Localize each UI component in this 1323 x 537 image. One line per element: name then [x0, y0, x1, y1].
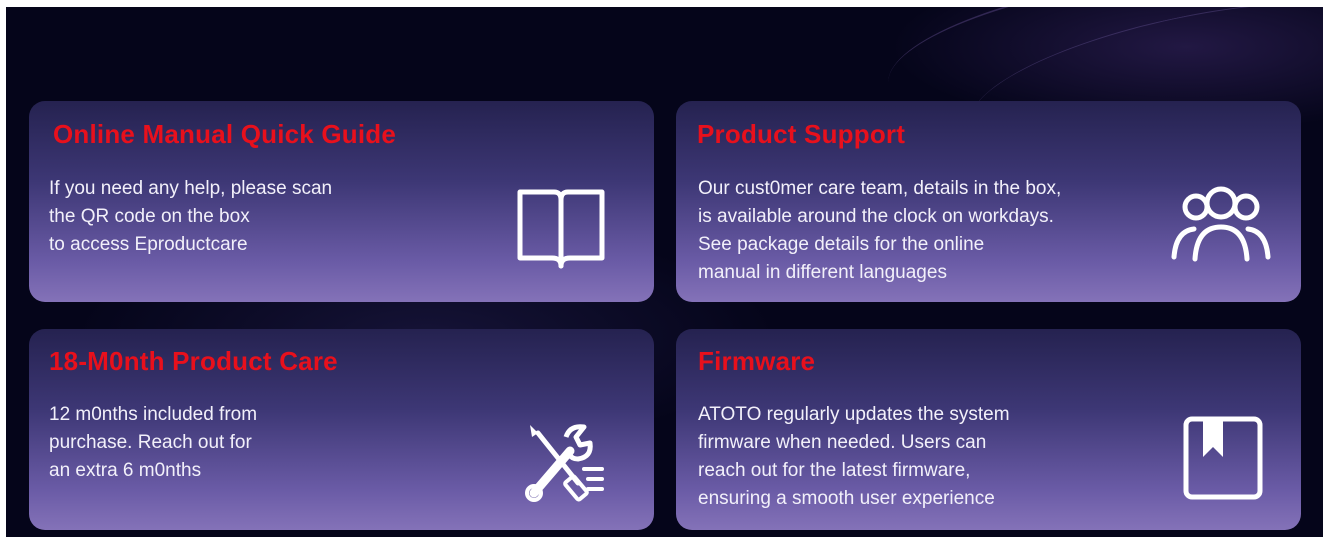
card-text-line: 12 m0nths included from: [49, 404, 258, 425]
card-title: 18-M0nth Product Care: [49, 346, 338, 376]
card-title: Product Support: [697, 119, 906, 149]
card-text-line: firmware when needed. Users can: [698, 432, 987, 453]
card-text-line: an extra 6 m0nths: [49, 460, 202, 481]
card-text-line: manual in different languages: [698, 262, 947, 283]
card-product-care: 18-M0nth Product Care 12 m0nths included…: [29, 329, 654, 530]
card-text-line: reach out for the latest firmware,: [698, 460, 971, 481]
card-description: Our cust0mer care team, details in the b…: [698, 175, 1061, 287]
card-description: 12 m0nths included from purchase. Reach …: [49, 401, 257, 485]
card-text-line: Our cust0mer care team, details in the b…: [698, 178, 1062, 199]
card-title: Firmware: [698, 346, 816, 376]
card-text-line: purchase. Reach out for: [49, 432, 252, 453]
card-text-line: the QR code on the box: [49, 206, 250, 227]
card-text-line: See package details for the online: [698, 234, 985, 255]
support-section: Online Manual Quick Guide If you need an…: [6, 7, 1323, 537]
card-title: Online Manual Quick Guide: [53, 119, 397, 149]
card-text-line: ATOTO regularly updates the system: [698, 404, 1010, 425]
card-text-line: If you need any help, please scan: [49, 178, 333, 199]
tools-icon: [522, 421, 608, 503]
card-firmware: Firmware ATOTO regularly updates the sys…: [676, 329, 1301, 530]
card-text-line: to access Eproductcare: [49, 234, 248, 255]
book-icon: [514, 186, 608, 272]
card-description: If you need any help, please scan the QR…: [49, 175, 332, 259]
bookmark-icon: [1182, 415, 1264, 501]
card-text-line: ensuring a smooth user experience: [698, 488, 995, 509]
users-icon: [1168, 183, 1274, 263]
card-product-support: Product Support Our cust0mer care team, …: [676, 101, 1301, 302]
card-text-line: is available around the clock on workday…: [698, 206, 1054, 227]
card-description: ATOTO regularly updates the system firmw…: [698, 401, 1010, 513]
card-online-manual: Online Manual Quick Guide If you need an…: [29, 101, 654, 302]
